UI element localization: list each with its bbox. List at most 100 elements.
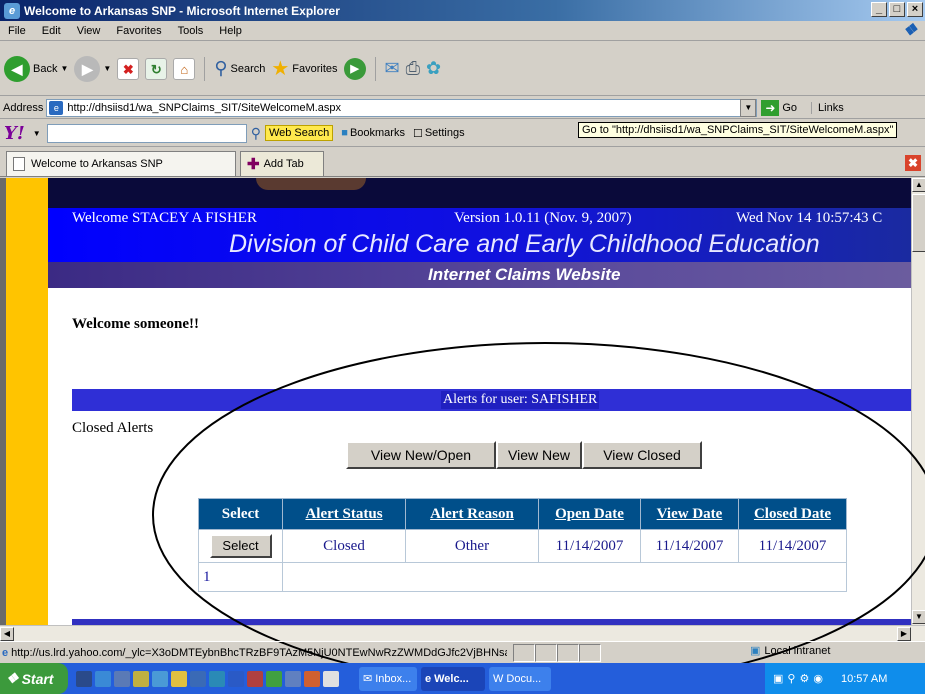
- pager-page-1[interactable]: 1: [198, 562, 283, 592]
- star-icon: ★: [271, 58, 290, 80]
- minimize-button[interactable]: _: [871, 2, 887, 17]
- address-input[interactable]: e http://dhsiisd1/wa_SNPClaims_SIT/SiteW…: [46, 98, 758, 117]
- search-button[interactable]: ⚲ Search: [214, 58, 265, 79]
- quicklaunch-icon[interactable]: [95, 670, 111, 687]
- chevron-down-icon: ▼: [60, 64, 69, 73]
- view-new-open-button[interactable]: View New/Open: [346, 441, 496, 469]
- tray-icon[interactable]: ⚙: [799, 672, 809, 685]
- page-icon: e: [49, 100, 64, 115]
- quick-launch: [76, 670, 339, 687]
- col-alert-reason[interactable]: Alert Reason: [405, 498, 539, 530]
- favorites-button[interactable]: ★ Favorites: [271, 56, 337, 81]
- mail-icon[interactable]: ✉: [385, 58, 400, 79]
- web-search-button[interactable]: Web Search: [264, 125, 334, 141]
- close-tab-icon[interactable]: ✖: [905, 155, 921, 171]
- search-label: Search: [230, 62, 266, 75]
- scroll-thumb[interactable]: [912, 194, 925, 252]
- media-icon[interactable]: ▶: [343, 57, 366, 80]
- chevron-down-icon[interactable]: ▼: [740, 98, 757, 117]
- scroll-right-icon[interactable]: ▶: [897, 627, 911, 641]
- bookmarks-button[interactable]: ■ Bookmarks: [341, 127, 405, 139]
- document-icon: [13, 157, 25, 171]
- messenger-icon[interactable]: ✿: [426, 58, 441, 79]
- tab-label: Welcome to Arkansas SNP: [31, 158, 163, 170]
- select-button[interactable]: Select: [209, 534, 272, 558]
- view-date-cell: 11/14/2007: [640, 529, 739, 563]
- chevron-down-icon[interactable]: ▼: [33, 129, 41, 138]
- toolbar-separator: [374, 56, 376, 81]
- tray-icon[interactable]: ◉: [813, 672, 823, 685]
- go-button[interactable]: ➜ Go: [761, 99, 797, 116]
- windows-logo-icon: ❖: [902, 22, 918, 39]
- yahoo-logo[interactable]: Y!: [4, 123, 25, 144]
- view-new-button[interactable]: View New: [496, 441, 582, 469]
- menu-favorites[interactable]: Favorites: [108, 25, 169, 37]
- quicklaunch-icon[interactable]: [152, 670, 168, 687]
- menu-help[interactable]: Help: [211, 25, 250, 37]
- task-document[interactable]: W Docu...: [489, 666, 551, 691]
- col-view-date[interactable]: View Date: [640, 498, 739, 530]
- quicklaunch-icon[interactable]: [171, 670, 187, 687]
- back-button[interactable]: ◀ Back ▼: [4, 55, 69, 82]
- quicklaunch-icon[interactable]: [266, 670, 282, 687]
- quicklaunch-icon[interactable]: [285, 670, 301, 687]
- vertical-scrollbar[interactable]: ▲ ▼: [911, 178, 925, 625]
- plus-icon: ✚: [247, 156, 260, 173]
- horizontal-scrollbar[interactable]: ◀ ▶: [0, 625, 925, 641]
- menu-tools[interactable]: Tools: [170, 25, 212, 37]
- scroll-left-icon[interactable]: ◀: [0, 627, 14, 641]
- col-alert-status[interactable]: Alert Status: [282, 498, 406, 530]
- home-icon[interactable]: ⌂: [173, 57, 196, 80]
- quicklaunch-icon[interactable]: [304, 670, 320, 687]
- window-title-bar: e Welcome to Arkansas SNP - Microsoft In…: [0, 0, 925, 21]
- tab-welcome[interactable]: Welcome to Arkansas SNP: [6, 151, 236, 176]
- view-closed-button[interactable]: View Closed: [582, 441, 702, 469]
- yahoo-search-input[interactable]: [46, 123, 247, 143]
- quicklaunch-icon[interactable]: [209, 670, 225, 687]
- forward-button[interactable]: ▶ ▼: [74, 55, 111, 82]
- tray-icon[interactable]: ▣: [773, 672, 783, 685]
- page-viewport: Welcome STACEY A FISHER Version 1.0.11 (…: [0, 178, 911, 625]
- alert-status-cell: Closed: [282, 529, 406, 563]
- close-button[interactable]: ×: [907, 2, 923, 17]
- scroll-down-icon[interactable]: ▼: [912, 610, 925, 624]
- window-title: Welcome to Arkansas SNP - Microsoft Inte…: [24, 3, 340, 18]
- links-button[interactable]: Links: [811, 101, 844, 114]
- tab-bar: Welcome to Arkansas SNP ✚ Add Tab ✖: [0, 148, 925, 177]
- task-welcome[interactable]: e Welc...: [421, 666, 485, 691]
- table-header-row: Select Alert Status Alert Reason Open Da…: [198, 498, 847, 530]
- menu-file[interactable]: File: [0, 25, 34, 37]
- col-open-date[interactable]: Open Date: [538, 498, 641, 530]
- banner-top: [48, 178, 911, 208]
- scroll-up-icon[interactable]: ▲: [912, 178, 925, 192]
- left-strip-edge: [0, 178, 6, 625]
- alert-filter-buttons: View New/Open View New View Closed: [346, 441, 702, 469]
- col-closed-date[interactable]: Closed Date: [738, 498, 847, 530]
- security-zone: ▣ Local intranet: [750, 644, 830, 658]
- task-inbox[interactable]: ✉ Inbox...: [359, 666, 417, 691]
- system-tray: ▣ ⚲ ⚙ ◉ 10:57 AM: [765, 663, 925, 694]
- quicklaunch-icon[interactable]: [323, 670, 339, 687]
- refresh-icon[interactable]: ↻: [145, 57, 168, 80]
- quicklaunch-icon[interactable]: [247, 670, 263, 687]
- menu-view[interactable]: View: [69, 25, 109, 37]
- start-button[interactable]: ❖ Start: [0, 663, 68, 694]
- tray-icon[interactable]: ⚲: [787, 672, 795, 685]
- menu-edit[interactable]: Edit: [34, 25, 69, 37]
- settings-button[interactable]: ☐ Settings: [413, 127, 465, 140]
- quicklaunch-icon[interactable]: [133, 670, 149, 687]
- quicklaunch-icon[interactable]: [190, 670, 206, 687]
- quicklaunch-icon[interactable]: [114, 670, 130, 687]
- maximize-button[interactable]: □: [889, 2, 905, 17]
- division-title: Division of Child Care and Early Childho…: [229, 230, 820, 258]
- open-date-cell: 11/14/2007: [538, 529, 641, 563]
- add-tab-button[interactable]: ✚ Add Tab: [240, 151, 324, 176]
- go-arrow-icon: ➜: [761, 99, 780, 116]
- bookmark-icon: ■: [341, 127, 348, 139]
- stop-icon[interactable]: ✖: [117, 57, 140, 80]
- quicklaunch-icon[interactable]: [76, 670, 92, 687]
- quicklaunch-icon[interactable]: [228, 670, 244, 687]
- address-label: Address: [3, 101, 44, 114]
- search-icon[interactable]: ⚲: [251, 125, 261, 142]
- print-icon[interactable]: ⎙: [406, 58, 420, 79]
